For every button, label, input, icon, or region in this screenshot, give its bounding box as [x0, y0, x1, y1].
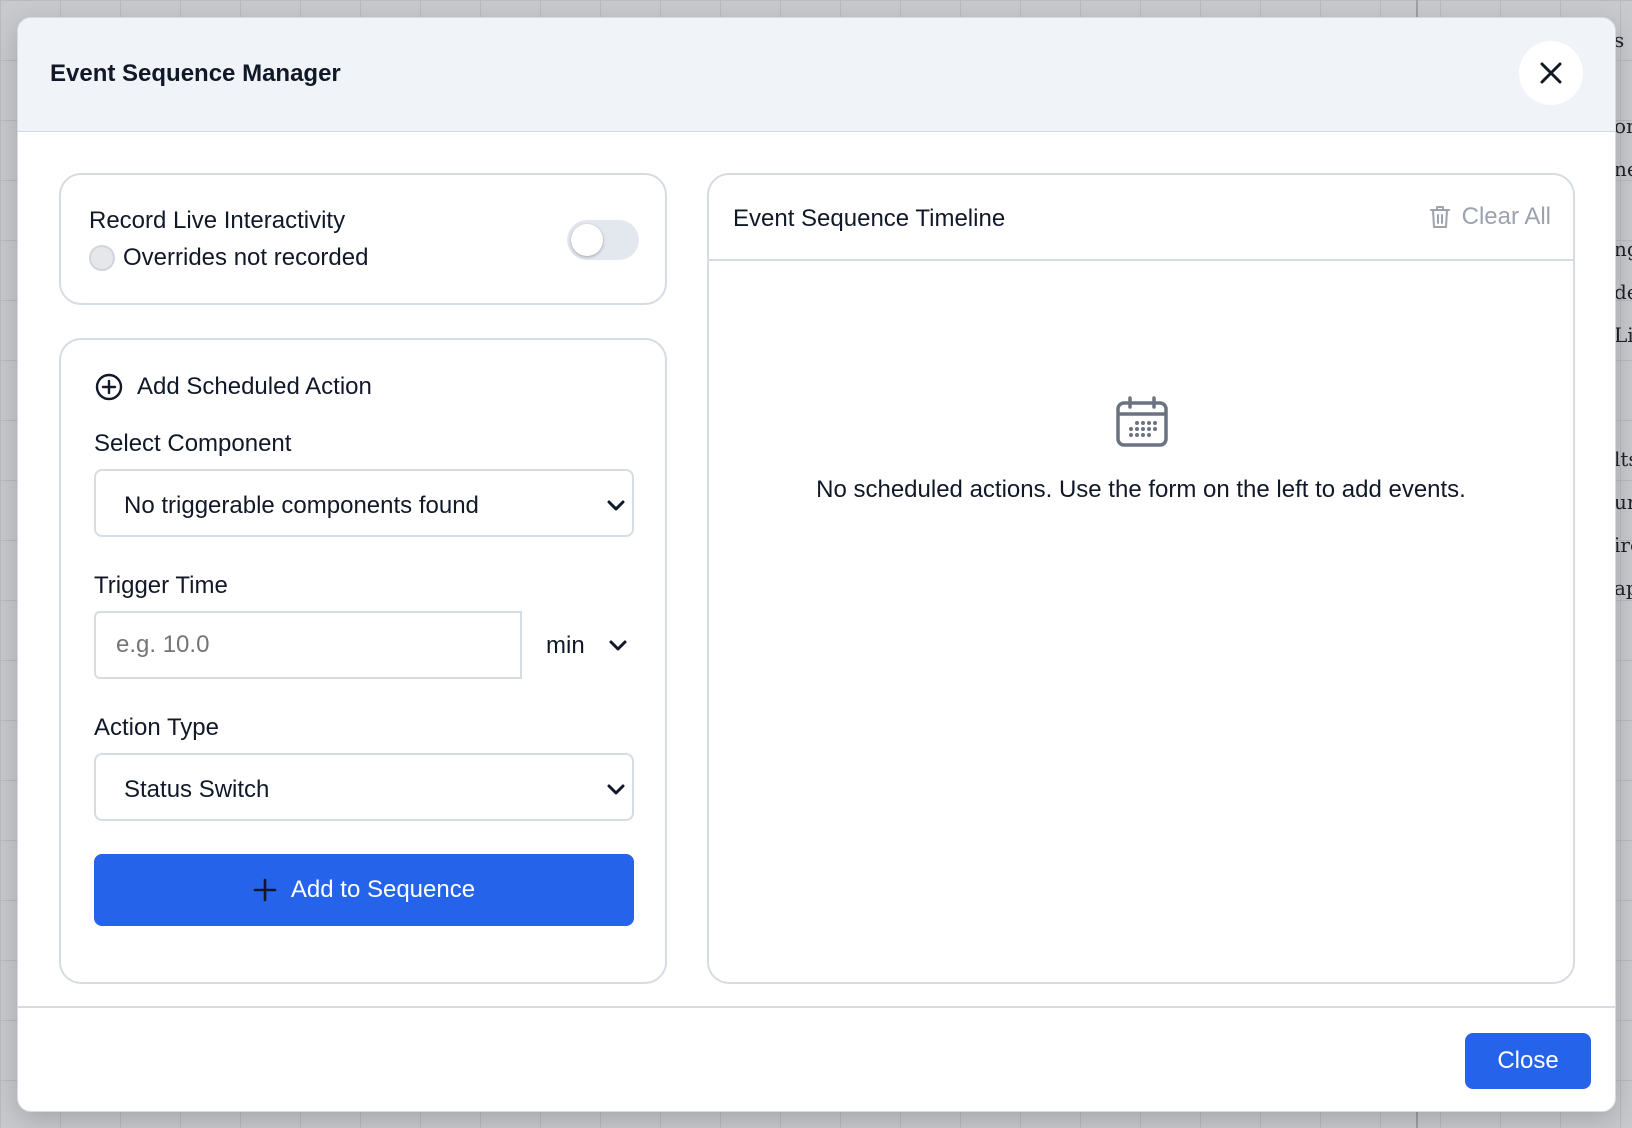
sidebar-fragment: ur: [1614, 490, 1632, 514]
trigger-time-label: Trigger Time: [94, 572, 228, 599]
add-to-sequence-button[interactable]: Add to Sequence: [94, 854, 634, 926]
form-heading-text: Add Scheduled Action: [137, 373, 372, 400]
action-type-label: Action Type: [94, 714, 219, 741]
sidebar-fragment: ire: [1614, 533, 1632, 557]
clear-all-label: Clear All: [1461, 203, 1551, 230]
component-label: Select Component: [94, 430, 292, 457]
event-sequence-modal: Event Sequence Manager Record Live Inter…: [17, 17, 1616, 1112]
empty-timeline-message: No scheduled actions. Use the form on th…: [816, 476, 1466, 503]
toggle-knob: [571, 224, 603, 256]
footer-close-button[interactable]: Close: [1465, 1033, 1591, 1089]
sidebar-fragment: de: [1614, 280, 1632, 304]
timeline-header: Event Sequence Timeline Clear All: [709, 175, 1573, 261]
trigger-time-input[interactable]: [94, 611, 522, 679]
sidebar-fragment: on: [1614, 114, 1632, 138]
plus-circle-icon: [95, 373, 123, 401]
time-unit-select[interactable]: min: [522, 611, 634, 679]
trash-icon: [1429, 206, 1450, 228]
status-dot-icon: [89, 245, 115, 271]
form-heading: Add Scheduled Action: [95, 373, 372, 401]
timeline-title: Event Sequence Timeline: [733, 205, 1006, 232]
record-toggle[interactable]: [567, 220, 639, 260]
chevron-down-icon: [609, 640, 627, 651]
component-select[interactable]: No triggerable components found: [94, 469, 634, 537]
chevron-down-icon: [607, 500, 625, 511]
record-status-text: Overrides not recorded: [123, 244, 369, 271]
clear-all-button[interactable]: Clear All: [1428, 203, 1551, 231]
component-select-value: No triggerable components found: [124, 492, 479, 519]
close-icon: [1540, 62, 1562, 84]
timeline-card: Event Sequence Timeline Clear All No sch…: [707, 173, 1575, 984]
scheduled-action-form: Add Scheduled Action Select Component No…: [59, 338, 667, 984]
chevron-down-icon: [607, 784, 625, 795]
record-interactivity-card: Record Live Interactivity Overrides not …: [59, 173, 667, 305]
plus-icon: [253, 878, 277, 902]
action-type-value: Status Switch: [124, 776, 270, 803]
sidebar-fragment: ng: [1614, 237, 1632, 261]
sidebar-fragment: lts: [1614, 447, 1632, 471]
time-unit-value: min: [546, 632, 585, 659]
modal-close-button[interactable]: [1519, 41, 1583, 105]
sidebar-fragment: ne: [1614, 157, 1632, 181]
calendar-icon: [1116, 396, 1168, 447]
sidebar-fragment: ap: [1614, 576, 1632, 600]
modal-footer: Close: [18, 1006, 1615, 1111]
sidebar-fragment: Li: [1614, 323, 1632, 347]
record-title: Record Live Interactivity: [89, 207, 346, 234]
record-status: Overrides not recorded: [89, 244, 368, 272]
action-type-select[interactable]: Status Switch: [94, 753, 634, 821]
modal-title: Event Sequence Manager: [50, 60, 341, 87]
modal-header: Event Sequence Manager: [18, 18, 1615, 132]
add-to-sequence-label: Add to Sequence: [290, 876, 476, 903]
